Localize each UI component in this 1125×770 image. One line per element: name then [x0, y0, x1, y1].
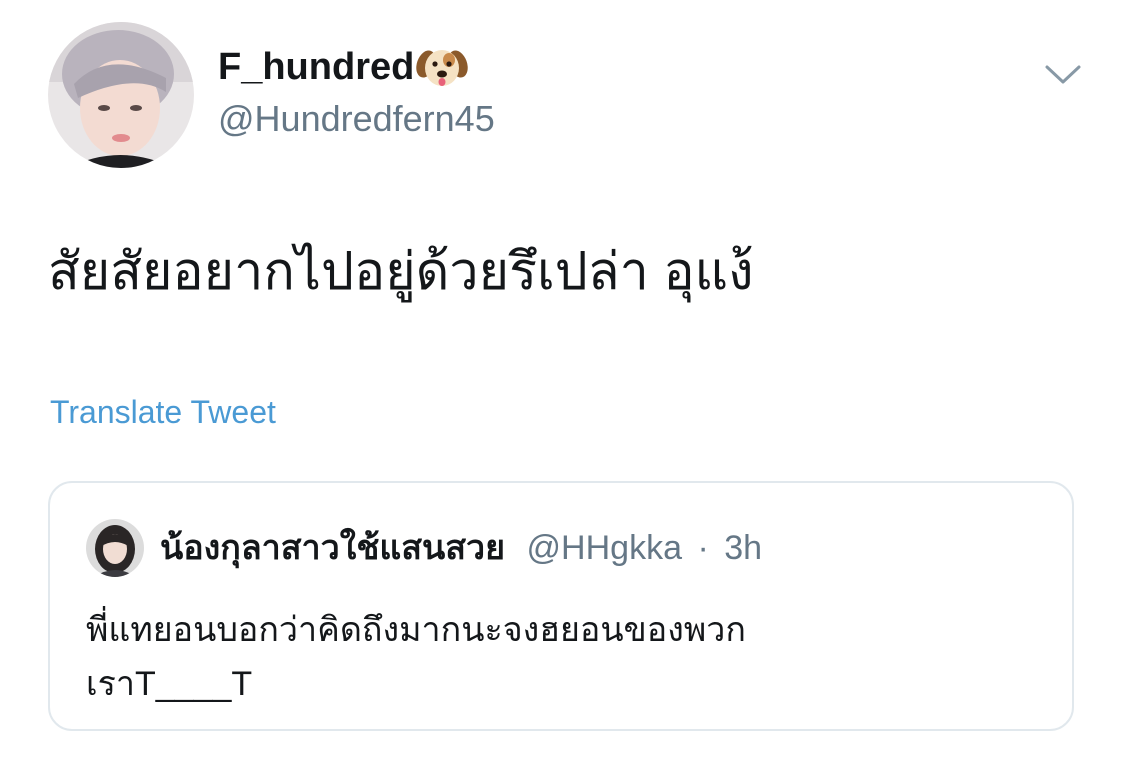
quoted-tweet-text: พี่แทยอนบอกว่าคิดถึงมากนะจงฮยอนของพวก เร… [86, 603, 1046, 711]
author-avatar[interactable] [48, 22, 194, 168]
translate-tweet-link[interactable]: Translate Tweet [50, 390, 276, 434]
author-name-text: F_hundred [218, 46, 415, 88]
quoted-tweet-card[interactable]: น้องกุลาสาวใช้แสนสวย @HHgkka · 3h พี่แทย… [48, 481, 1074, 731]
author-handle[interactable]: @Hundredfern45 [218, 96, 495, 142]
quoted-tweet-text-line: พี่แทยอนบอกว่าคิดถึงมากนะจงฮยอนของพวก [86, 611, 746, 649]
header-separator: · [697, 529, 709, 567]
quoted-author-name[interactable]: น้องกุลาสาวใช้แสนสวย [160, 529, 505, 567]
quoted-tweet-header: น้องกุลาสาวใช้แสนสวย @HHgkka · 3h [160, 523, 762, 573]
dog-face-emoji-icon [416, 44, 469, 90]
quoted-author-avatar[interactable] [86, 519, 144, 577]
quoted-tweet-time[interactable]: 3h [724, 529, 762, 567]
author-display-name[interactable]: F_hundred [218, 44, 469, 90]
quoted-tweet-text-line: เราT____T [86, 665, 253, 703]
tweet-text: สัยสัยอยากไปอยู่ด้วยรึเปล่า อุแง้ [48, 243, 754, 301]
quoted-author-handle[interactable]: @HHgkka [527, 529, 682, 567]
chevron-down-icon[interactable] [1042, 58, 1084, 90]
